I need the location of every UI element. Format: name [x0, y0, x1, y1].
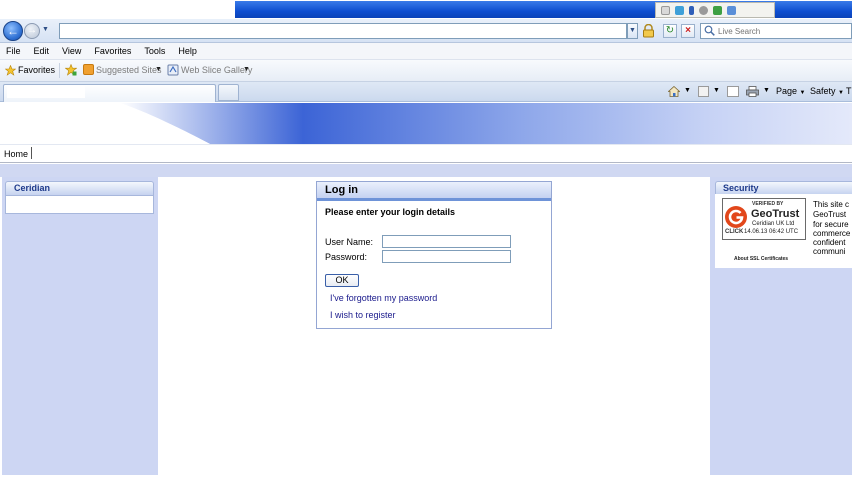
stop-icon[interactable]: ×	[681, 24, 695, 38]
tray-sync-icon[interactable]	[713, 5, 722, 15]
favorites-separator	[59, 63, 60, 78]
security-text-line: for secure	[813, 220, 849, 229]
nav-separator	[31, 147, 32, 159]
geotrust-logo-icon	[725, 206, 747, 228]
register-link[interactable]: I wish to register	[330, 310, 396, 320]
safety-menu-label: Safety	[810, 86, 836, 96]
forgot-password-link[interactable]: I've forgotten my password	[330, 293, 437, 303]
left-panel-body	[5, 195, 154, 214]
security-text-line: GeoTrust	[813, 210, 847, 219]
search-input[interactable]	[700, 23, 852, 39]
banner-swoosh	[0, 103, 852, 144]
seal-click-label: CLICK	[725, 229, 744, 235]
refresh-icon[interactable]: ↻	[663, 24, 677, 38]
mail-icon[interactable]	[727, 86, 739, 97]
favorites-button[interactable]: Favorites	[18, 65, 55, 76]
suggested-sites-button[interactable]: Suggested Sites	[96, 65, 162, 76]
tools-menu[interactable]: T	[846, 86, 852, 97]
security-panel-title: Security	[723, 183, 759, 193]
seal-brand: GeoTrust	[751, 208, 800, 220]
search-icon[interactable]	[704, 25, 715, 36]
system-tray	[655, 2, 775, 18]
suggested-sites-icon[interactable]	[83, 64, 94, 75]
web-slice-gallery-button[interactable]: Web Slice Gallery	[181, 65, 252, 76]
safety-menu[interactable]: Safety ▼	[810, 86, 844, 99]
tray-network-icon[interactable]	[675, 5, 684, 15]
security-text-line: This site c	[813, 200, 850, 209]
home-icon[interactable]	[668, 86, 680, 97]
tray-shield-icon[interactable]	[699, 5, 708, 15]
feeds-icon[interactable]	[698, 86, 709, 97]
page-menu-label: Page	[776, 86, 798, 96]
menu-favorites[interactable]: Favorites	[88, 44, 138, 59]
menu-help[interactable]: Help	[172, 44, 204, 59]
menu-view[interactable]: View	[56, 44, 88, 59]
site-banner	[0, 103, 852, 144]
username-label: User Name:	[325, 237, 374, 247]
home-chevron-down-icon[interactable]: ▼	[684, 87, 691, 94]
login-header-rule	[317, 198, 551, 201]
tray-lock-icon[interactable]	[661, 5, 670, 15]
login-prompt: Please enter your login details	[325, 207, 456, 217]
address-dropdown-chevron-down-icon[interactable]: ▼	[627, 23, 638, 39]
forward-button[interactable]: →	[24, 23, 40, 39]
security-text-line: commerce	[813, 229, 851, 238]
password-label: Password:	[325, 252, 368, 262]
web-slice-icon[interactable]	[167, 64, 179, 76]
seal-verified-by: VERIFIED BY	[752, 201, 784, 207]
tray-apps-icon[interactable]	[727, 5, 736, 15]
left-panel-title: Ceridian	[14, 183, 51, 193]
print-chevron-down-icon[interactable]: ▼	[763, 87, 770, 94]
print-icon[interactable]	[746, 86, 759, 97]
username-input[interactable]	[382, 235, 511, 248]
ok-button[interactable]: OK	[325, 274, 359, 287]
tray-pause-icon[interactable]	[689, 5, 694, 15]
web-slice-chevron-down-icon[interactable]: ▼	[243, 66, 250, 73]
security-text-line: confident	[813, 238, 846, 247]
new-tab-button[interactable]	[218, 84, 239, 101]
menu-tools[interactable]: Tools	[138, 44, 172, 59]
page-menu-chevron-down-icon: ▼	[799, 90, 806, 96]
seal-company: Ceridian UK Ltd	[752, 221, 795, 227]
menu-file[interactable]: File	[0, 44, 28, 59]
header-band	[0, 164, 852, 177]
add-to-favorites-icon[interactable]	[65, 64, 77, 76]
safety-menu-chevron-down-icon: ▼	[838, 90, 844, 96]
favorites-star-icon[interactable]	[5, 65, 16, 76]
address-input[interactable]	[59, 23, 627, 39]
page-menu[interactable]: Page ▼	[776, 86, 806, 99]
back-button[interactable]: ←	[3, 21, 23, 41]
menu-bar: File Edit View Favorites Tools Help	[0, 43, 852, 60]
suggested-sites-chevron-down-icon[interactable]: ▼	[155, 66, 162, 73]
recent-pages-chevron-down-icon[interactable]: ▼	[42, 26, 50, 34]
tab-current-title	[7, 86, 85, 98]
password-input[interactable]	[382, 250, 511, 263]
login-title: Log in	[325, 184, 358, 196]
security-text-line: communi	[813, 247, 846, 256]
menu-edit[interactable]: Edit	[28, 44, 57, 59]
left-sidebar	[2, 177, 158, 476]
site-nav-bar	[0, 144, 852, 163]
home-link[interactable]: Home	[4, 149, 28, 159]
feeds-chevron-down-icon[interactable]: ▼	[713, 87, 720, 94]
about-ssl-link[interactable]: About SSL Certificates	[734, 256, 788, 262]
lock-icon[interactable]	[642, 24, 655, 38]
seal-date: 14.06.13 06:42 UTC	[744, 229, 799, 235]
